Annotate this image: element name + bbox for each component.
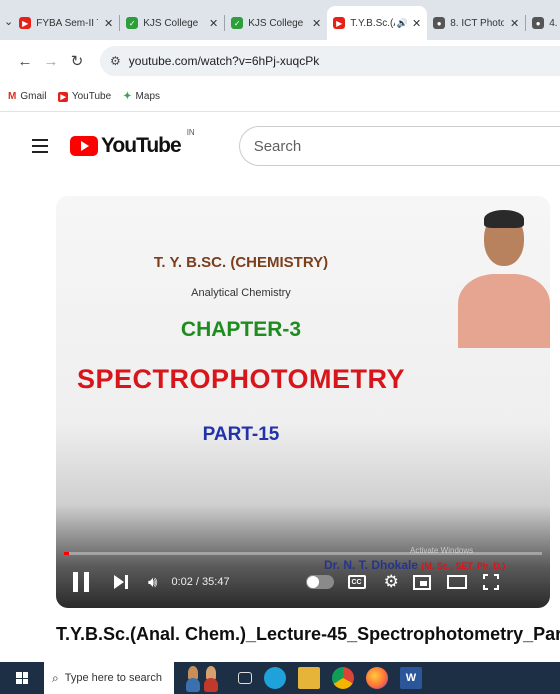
tab-title: 8. ICT Photos fir <box>450 17 504 29</box>
site-info-icon[interactable]: ⚙ <box>110 54 121 68</box>
youtube-logo[interactable]: YouTube IN <box>69 128 195 158</box>
search-input[interactable]: Search <box>238 126 560 166</box>
globe-icon: ● <box>532 17 545 29</box>
miniplayer-icon[interactable] <box>412 574 431 590</box>
close-icon[interactable]: ✕ <box>510 17 519 30</box>
check-icon: ✓ <box>231 17 244 29</box>
slide-part: PART-15 <box>202 424 280 445</box>
youtube-play-icon <box>69 136 98 156</box>
slide-subject: Analytical Chemistry <box>191 287 291 299</box>
region-code: IN <box>186 128 195 137</box>
youtube-header: YouTube IN Search <box>0 112 560 180</box>
video-title: T.Y.B.Sc.(Anal. Chem.)_Lecture-45_Spectr… <box>56 624 560 644</box>
progress-bar[interactable] <box>64 552 542 555</box>
check-icon: ✓ <box>126 17 139 29</box>
progress-fill <box>64 552 69 555</box>
tab-title: FYBA Sem-II Top <box>36 17 98 29</box>
slide-topic: SPECTROPHOTOMETRY <box>76 364 406 394</box>
windows-icon <box>16 672 28 684</box>
globe-icon: ● <box>433 17 446 29</box>
word-icon[interactable]: W <box>400 667 422 689</box>
taskbar-search-placeholder: Type here to search <box>64 672 162 684</box>
forward-arrow-icon[interactable]: → <box>40 53 62 70</box>
close-icon[interactable]: ✕ <box>209 17 218 30</box>
bookmark-youtube[interactable]: ▶ YouTube <box>58 91 111 102</box>
close-icon[interactable]: ✕ <box>412 17 421 30</box>
tab-title: 4. Up <box>549 17 560 29</box>
browser-toolbar: ← → ↻ ⚙ youtube.com/watch?v=6hPj-xuqcPk <box>0 40 560 82</box>
speaker-icon[interactable]: 🔊 <box>397 18 408 29</box>
bookmark-maps[interactable]: ✦ Maps <box>123 91 160 102</box>
tab-kjs-1[interactable]: ✓ KJS College ✕ <box>120 6 224 40</box>
chrome-icon[interactable] <box>332 667 354 689</box>
firefox-icon[interactable] <box>366 667 388 689</box>
close-icon[interactable]: ✕ <box>104 17 113 30</box>
start-button[interactable] <box>0 672 44 684</box>
gmail-icon: M <box>8 91 17 102</box>
task-view-icon[interactable] <box>238 672 252 684</box>
tab-search-chevron-icon[interactable]: ⌄ <box>4 6 13 36</box>
tab-kjs-2[interactable]: ✓ KJS College ✕ <box>225 6 327 40</box>
settings-gear-icon[interactable]: ⚙ <box>384 572 399 592</box>
youtube-icon: ▶ <box>333 17 346 29</box>
youtube-icon: ▶ <box>58 91 68 102</box>
volume-icon[interactable]: 🔊︎ <box>148 574 157 591</box>
bookmark-label: Gmail <box>20 91 47 102</box>
tab-tybsc-active[interactable]: ▶ T.Y.B.Sc.(Ana 🔊 ✕ <box>327 6 428 40</box>
search-placeholder: Search <box>253 137 302 155</box>
fullscreen-icon[interactable] <box>482 574 499 590</box>
taskbar-search[interactable]: ⌕ Type here to search <box>44 662 174 694</box>
address-bar[interactable]: ⚙ youtube.com/watch?v=6hPj-xuqcPk <box>100 46 560 76</box>
tab-up[interactable]: ● 4. Up <box>526 6 560 40</box>
bookmark-gmail[interactable]: M Gmail <box>8 91 46 102</box>
presenter-image <box>454 204 550 348</box>
screen: ⌄ ▶ FYBA Sem-II Top ✕ ✓ KJS College ✕ ✓ … <box>0 0 560 694</box>
menu-icon[interactable] <box>32 135 48 157</box>
tab-fyba[interactable]: ▶ FYBA Sem-II Top ✕ <box>13 6 119 40</box>
logo-text: YouTube <box>100 134 182 157</box>
close-icon[interactable]: ✕ <box>312 17 321 30</box>
bookmark-label: YouTube <box>71 91 112 102</box>
theater-mode-icon[interactable] <box>446 575 467 589</box>
slide-chapter: CHAPTER-3 <box>180 318 302 341</box>
bookmark-label: Maps <box>135 91 160 102</box>
address-url: youtube.com/watch?v=6hPj-xuqcPk <box>128 54 320 68</box>
video-player[interactable]: T. Y. B.SC. (CHEMISTRY) Analytical Chemi… <box>56 196 550 608</box>
search-highlight-icon[interactable] <box>182 664 226 692</box>
reload-icon[interactable]: ↻ <box>66 52 88 70</box>
taskbar: ⌕ Type here to search W <box>0 662 560 694</box>
bookmarks-bar: M Gmail ▶ YouTube ✦ Maps <box>0 82 560 112</box>
next-button[interactable] <box>114 575 128 589</box>
search-icon: ⌕ <box>52 670 59 685</box>
back-arrow-icon[interactable]: ← <box>14 53 36 70</box>
tab-title: T.Y.B.Sc.(Ana <box>350 17 395 29</box>
captions-button[interactable]: CC <box>347 575 366 589</box>
file-explorer-icon[interactable] <box>298 667 320 689</box>
slide-course: T. Y. B.SC. (CHEMISTRY) <box>153 254 329 271</box>
youtube-icon: ▶ <box>19 17 32 29</box>
tab-title: KJS College <box>248 17 304 29</box>
video-frame: T. Y. B.SC. (CHEMISTRY) Analytical Chemi… <box>56 196 550 608</box>
tab-ict-photos[interactable]: ● 8. ICT Photos fir ✕ <box>427 6 525 40</box>
player-controls: 🔊︎ 0:02 / 35:47 CC ⚙ <box>56 562 550 602</box>
time-display: 0:02 / 35:47 <box>171 576 230 588</box>
edge-icon[interactable] <box>264 667 286 689</box>
pause-button[interactable] <box>72 572 90 592</box>
maps-icon: ✦ <box>123 91 132 102</box>
tab-title: KJS College <box>143 17 199 29</box>
autoplay-toggle[interactable] <box>305 575 334 589</box>
tab-strip: ⌄ ▶ FYBA Sem-II Top ✕ ✓ KJS College ✕ ✓ … <box>0 0 560 40</box>
